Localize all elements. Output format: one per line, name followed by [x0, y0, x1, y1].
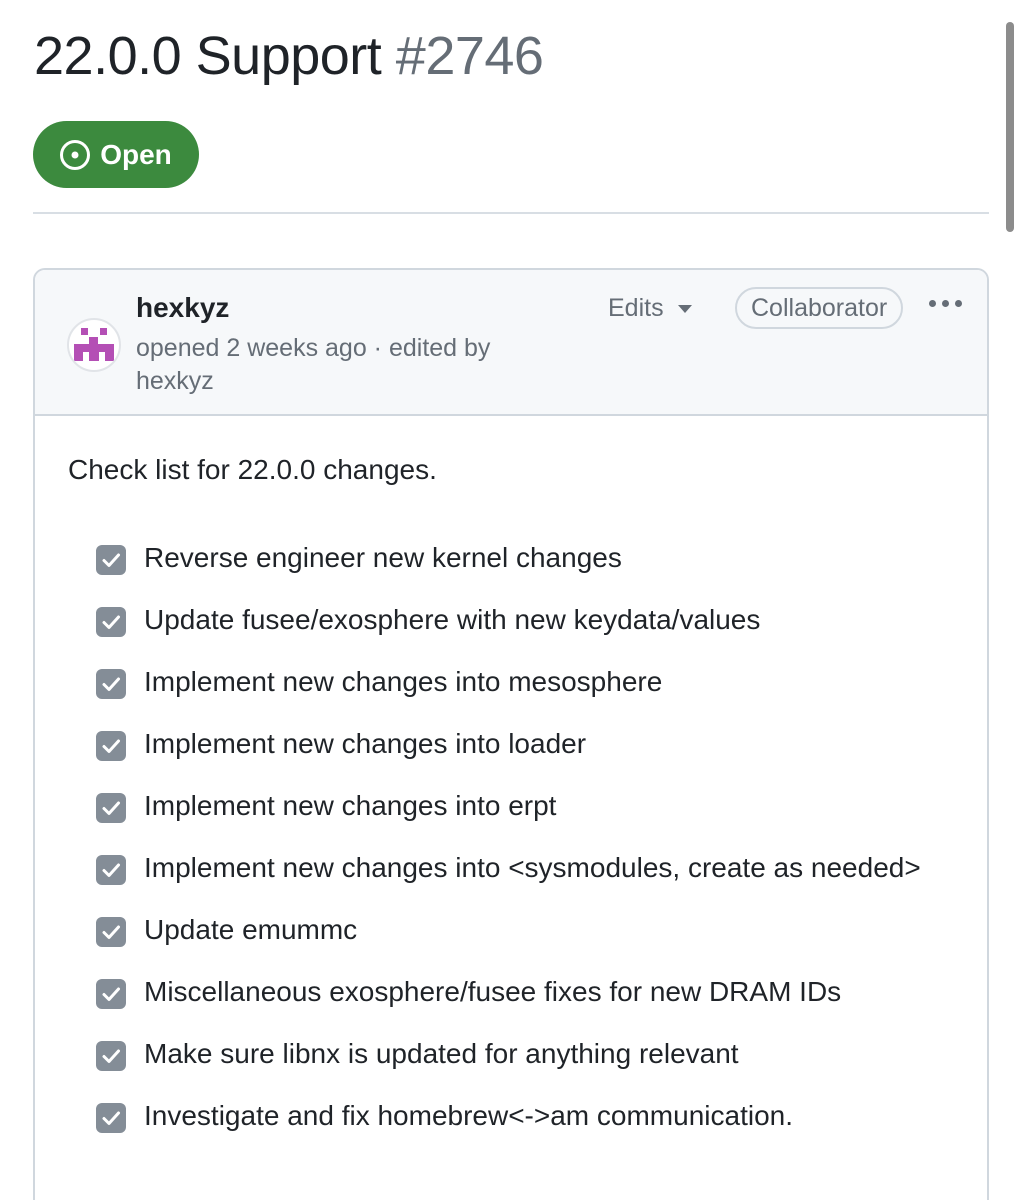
list-item: Update emummc	[96, 909, 956, 951]
issue-state-badge: Open	[33, 121, 199, 188]
issue-opened-icon	[60, 139, 91, 170]
task-label: Make sure libnx is updated for anything …	[144, 1038, 739, 1069]
checkbox-checked-icon[interactable]	[96, 1103, 126, 1133]
edits-label: Edits	[608, 294, 664, 322]
task-label: Investigate and fix homebrew<->am commun…	[144, 1100, 793, 1131]
task-label: Implement new changes into loader	[144, 728, 587, 759]
list-item: Implement new changes into mesosphere	[96, 661, 956, 703]
list-item: Miscellaneous exosphere/fusee fixes for …	[96, 971, 956, 1013]
comment-author[interactable]: hexkyz	[136, 292, 229, 324]
comment-intro: Check list for 22.0.0 changes.	[68, 454, 437, 485]
header-divider	[33, 212, 989, 214]
checkbox-checked-icon[interactable]	[96, 731, 126, 761]
checkbox-checked-icon[interactable]	[96, 793, 126, 823]
issue-title: 22.0.0 Support #2746	[34, 24, 544, 88]
issue-title-text: 22.0.0 Support	[34, 26, 382, 86]
list-item: Investigate and fix homebrew<->am commun…	[96, 1095, 956, 1137]
list-item: Make sure libnx is updated for anything …	[96, 1033, 956, 1075]
kebab-horizontal-icon[interactable]	[929, 300, 962, 307]
collaborator-badge: Collaborator	[735, 287, 904, 329]
avatar-identicon	[74, 328, 114, 361]
issue-page: 22.0.0 Support #2746 Open hexkyz opened …	[0, 0, 1022, 1200]
issue-state-label: Open	[100, 138, 172, 170]
task-label: Miscellaneous exosphere/fusee fixes for …	[144, 976, 842, 1007]
checkbox-checked-icon[interactable]	[96, 607, 126, 637]
scrollbar[interactable]	[1006, 22, 1014, 232]
edits-dropdown[interactable]: Edits	[608, 294, 692, 323]
task-label: Update fusee/exosphere with new keydata/…	[144, 604, 761, 635]
comment-header: hexkyz opened 2 weeks ago · edited by he…	[35, 270, 987, 416]
checkbox-checked-icon[interactable]	[96, 917, 126, 947]
checkbox-checked-icon[interactable]	[96, 979, 126, 1009]
task-label: Reverse engineer new kernel changes	[144, 542, 622, 573]
task-label: Update emummc	[144, 914, 358, 945]
task-label: Implement new changes into erpt	[144, 790, 557, 821]
task-label: Implement new changes into mesosphere	[144, 666, 663, 697]
list-item: Reverse engineer new kernel changes	[96, 537, 956, 579]
caret-down-icon	[677, 304, 692, 313]
list-item: Implement new changes into erpt	[96, 785, 956, 827]
list-item: Update fusee/exosphere with new keydata/…	[96, 599, 956, 641]
checkbox-checked-icon[interactable]	[96, 855, 126, 885]
checkbox-checked-icon[interactable]	[96, 545, 126, 575]
avatar[interactable]	[67, 318, 121, 372]
issue-number: #2746	[395, 26, 544, 86]
checkbox-checked-icon[interactable]	[96, 1041, 126, 1071]
issue-comment: hexkyz opened 2 weeks ago · edited by he…	[33, 268, 989, 1200]
list-item: Implement new changes into loader	[96, 723, 956, 765]
comment-meta: opened 2 weeks ago · edited by hexkyz	[136, 334, 491, 395]
task-list: Reverse engineer new kernel changes Upda…	[96, 537, 956, 1157]
task-label: Implement new changes into <sysmodules, …	[144, 852, 921, 883]
list-item: Implement new changes into <sysmodules, …	[96, 847, 956, 889]
checkbox-checked-icon[interactable]	[96, 669, 126, 699]
